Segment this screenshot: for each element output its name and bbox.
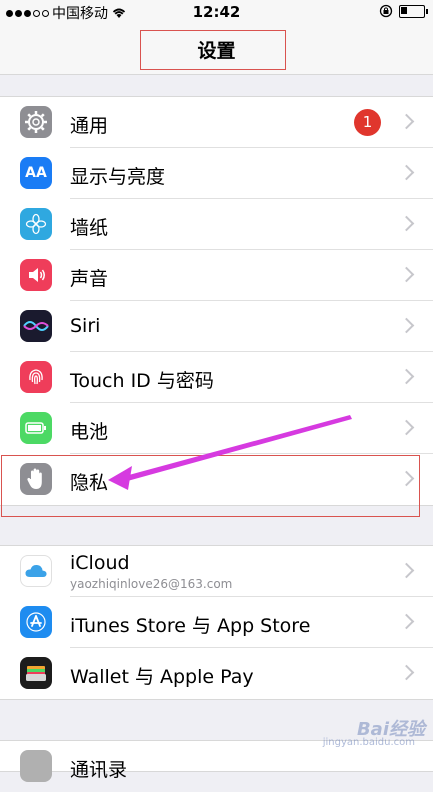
settings-group-main: 通用 1 AA 显示与亮度 墙纸 声音 Siri Touch ID 与密码 电池… <box>0 96 433 506</box>
settings-row-display[interactable]: AA 显示与亮度 <box>0 148 433 199</box>
status-bar: 中国移动 12:42 <box>0 0 433 24</box>
settings-row-battery[interactable]: 电池 <box>0 403 433 454</box>
settings-row-general[interactable]: 通用 1 <box>0 97 433 148</box>
sounds-label: 声音 <box>70 268 109 290</box>
chevron-right-icon <box>398 368 415 385</box>
chevron-right-icon <box>398 562 415 579</box>
touchid-label: Touch ID 与密码 <box>70 370 214 392</box>
chevron-right-icon <box>398 164 415 181</box>
rotation-lock-icon <box>379 4 393 18</box>
app-store-icon <box>20 606 52 638</box>
status-right <box>379 4 428 18</box>
gear-icon <box>20 106 52 138</box>
battery-status-icon <box>399 4 428 18</box>
speaker-icon <box>20 259 52 291</box>
general-label: 通用 <box>70 115 109 137</box>
settings-group-accounts: iCloud yaozhiqinlove26@163.com iTunes St… <box>0 545 433 700</box>
chevron-right-icon <box>398 664 415 681</box>
settings-row-wallet[interactable]: Wallet 与 Apple Pay <box>0 648 433 699</box>
battery-icon <box>20 412 52 444</box>
wallet-label: Wallet 与 Apple Pay <box>70 666 254 688</box>
icloud-account-email: yaozhiqinlove26@163.com <box>70 577 233 591</box>
settings-row-wallpaper[interactable]: 墙纸 <box>0 199 433 250</box>
chevron-right-icon <box>398 266 415 283</box>
chevron-right-icon <box>398 113 415 130</box>
wallet-icon <box>20 657 52 689</box>
chevron-right-icon <box>398 215 415 232</box>
wallpaper-flower-icon <box>20 208 52 240</box>
chevron-right-icon <box>398 613 415 630</box>
notification-badge: 1 <box>354 109 381 136</box>
watermark-url: jingyan.baidu.com <box>322 737 415 748</box>
cloud-icon <box>20 555 52 587</box>
siri-label: Siri <box>70 315 101 337</box>
battery-label: 电池 <box>70 421 109 443</box>
chevron-right-icon <box>398 317 415 334</box>
title-annotation-box <box>140 30 286 70</box>
status-time: 12:42 <box>192 3 241 21</box>
display-label: 显示与亮度 <box>70 166 166 188</box>
wallpaper-label: 墙纸 <box>70 217 109 239</box>
settings-row-touchid[interactable]: Touch ID 与密码 <box>0 352 433 403</box>
settings-row-contacts[interactable]: 通讯录 <box>0 741 433 792</box>
contacts-label: 通讯录 <box>70 759 128 781</box>
fingerprint-icon <box>20 361 52 393</box>
settings-row-icloud[interactable]: iCloud yaozhiqinlove26@163.com <box>0 546 433 597</box>
icloud-label: iCloud <box>70 552 130 574</box>
itunes-app-store-label: iTunes Store 与 App Store <box>70 615 311 637</box>
privacy-annotation-box <box>1 455 420 517</box>
settings-row-sounds[interactable]: 声音 <box>0 250 433 301</box>
navigation-bar: 设置 <box>0 24 433 75</box>
settings-row-itunes-app-store[interactable]: iTunes Store 与 App Store <box>0 597 433 648</box>
contacts-icon <box>20 750 52 782</box>
display-brightness-icon: AA <box>20 157 52 189</box>
siri-icon <box>20 310 52 342</box>
settings-row-siri[interactable]: Siri <box>0 301 433 352</box>
chevron-right-icon <box>398 419 415 436</box>
